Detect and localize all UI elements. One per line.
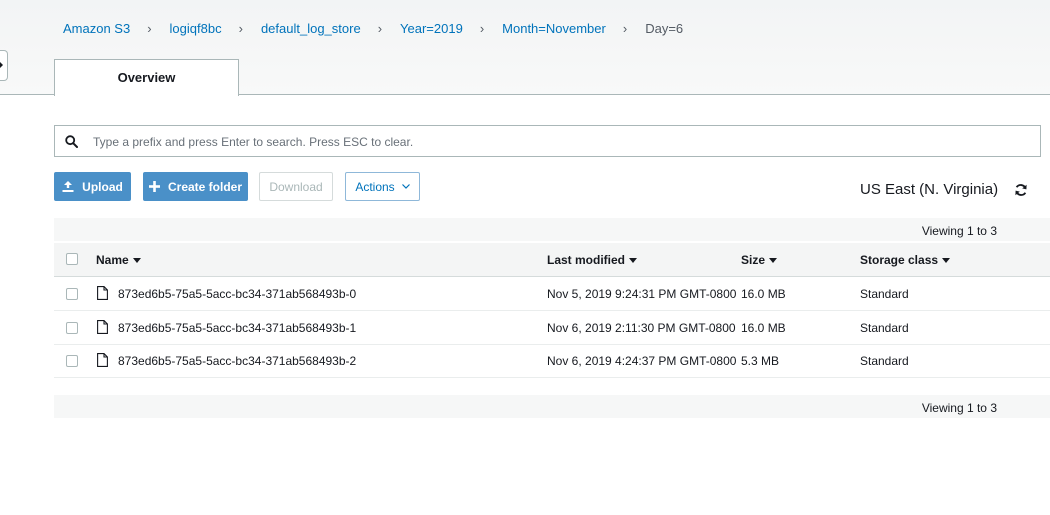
storage-class: Standard <box>860 287 909 301</box>
storage-class: Standard <box>860 321 909 335</box>
upload-button[interactable]: Upload <box>54 172 131 201</box>
storage-class: Standard <box>860 354 909 368</box>
region-label: US East (N. Virginia) <box>860 181 999 198</box>
upload-icon <box>62 181 74 192</box>
search-icon <box>65 135 78 148</box>
create-folder-button[interactable]: Create folder <box>143 172 248 201</box>
column-storage-class-label: Storage class <box>860 253 939 267</box>
breadcrumb-bucket[interactable]: logiqf8bc <box>170 21 222 36</box>
file-size: 16.0 MB <box>741 321 786 335</box>
plus-icon <box>148 181 160 192</box>
sort-caret-icon <box>769 257 778 263</box>
refresh-icon <box>1015 184 1027 196</box>
caret-right-icon <box>0 60 3 70</box>
breadcrumb-amazon-s3[interactable]: Amazon S3 <box>63 21 130 36</box>
file-name[interactable]: 873ed6b5-75a5-5acc-bc34-371ab568493b-2 <box>118 354 356 368</box>
search-input[interactable] <box>91 132 1025 152</box>
row-checkbox[interactable] <box>66 288 78 300</box>
create-folder-button-label: Create folder <box>167 179 243 194</box>
breadcrumb-current-day: Day=6 <box>645 20 684 36</box>
viewing-count-top: Viewing 1 to 3 <box>921 224 997 238</box>
last-modified: Nov 6, 2019 2:11:30 PM GMT-0800 <box>547 321 736 335</box>
sort-caret-icon <box>132 257 141 263</box>
file-name[interactable]: 873ed6b5-75a5-5acc-bc34-371ab568493b-0 <box>118 287 356 301</box>
breadcrumb-year[interactable]: Year=2019 <box>400 21 463 36</box>
download-button-label: Download <box>269 179 323 194</box>
breadcrumb-log-store[interactable]: default_log_store <box>261 21 361 36</box>
last-modified: Nov 5, 2019 9:24:31 PM GMT-0800 <box>547 287 737 301</box>
chevron-right-icon: › <box>622 20 628 36</box>
sort-caret-icon <box>629 257 638 263</box>
file-name[interactable]: 873ed6b5-75a5-5acc-bc34-371ab568493b-1 <box>118 321 356 335</box>
file-icon <box>97 286 108 300</box>
file-icon <box>97 353 108 367</box>
column-header-storage-class[interactable]: Storage class <box>860 253 951 267</box>
column-header-size[interactable]: Size <box>741 253 778 267</box>
select-all-checkbox[interactable] <box>66 253 78 265</box>
search-bar <box>54 125 1041 157</box>
file-size: 5.3 MB <box>741 354 780 368</box>
table-row[interactable]: 873ed6b5-75a5-5acc-bc34-371ab568493b-2 N… <box>54 344 1050 378</box>
table-header: Name Last modified Size Storage class <box>54 243 1050 277</box>
column-last-modified-label: Last modified <box>547 253 626 267</box>
column-header-last-modified[interactable]: Last modified <box>547 253 638 267</box>
last-modified: Nov 6, 2019 4:24:37 PM GMT-0800 <box>547 354 737 368</box>
column-header-name[interactable]: Name <box>96 253 141 267</box>
actions-dropdown-button[interactable]: Actions <box>345 172 420 201</box>
table-row[interactable]: 873ed6b5-75a5-5acc-bc34-371ab568493b-1 N… <box>54 311 1050 345</box>
refresh-button[interactable] <box>1014 183 1028 202</box>
actions-button-label: Actions <box>355 179 395 194</box>
row-checkbox[interactable] <box>66 355 78 367</box>
chevron-right-icon: › <box>479 20 485 36</box>
tab-overview[interactable]: Overview <box>54 59 239 96</box>
column-name-label: Name <box>96 253 129 267</box>
file-size: 16.0 MB <box>741 287 786 301</box>
chevron-down-icon <box>401 184 410 189</box>
breadcrumb-month[interactable]: Month=November <box>502 21 606 36</box>
chevron-right-icon: › <box>377 20 383 36</box>
sort-caret-icon <box>942 257 951 263</box>
chevron-right-icon: › <box>147 20 152 36</box>
upload-button-label: Upload <box>82 179 123 194</box>
table-row[interactable]: 873ed6b5-75a5-5acc-bc34-371ab568493b-0 N… <box>54 277 1050 311</box>
row-checkbox[interactable] <box>66 322 78 334</box>
file-icon <box>97 320 108 334</box>
breadcrumb: Amazon S3 › logiqf8bc › default_log_stor… <box>63 20 683 36</box>
pagination-info-top: Viewing 1 to 3 <box>54 218 1050 241</box>
viewing-count-bottom: Viewing 1 to 3 <box>921 401 997 415</box>
side-panel-toggle[interactable] <box>0 50 8 81</box>
pagination-info-bottom: Viewing 1 to 3 <box>54 395 1050 418</box>
download-button[interactable]: Download <box>259 172 333 201</box>
column-size-label: Size <box>741 253 766 267</box>
chevron-right-icon: › <box>238 20 243 36</box>
